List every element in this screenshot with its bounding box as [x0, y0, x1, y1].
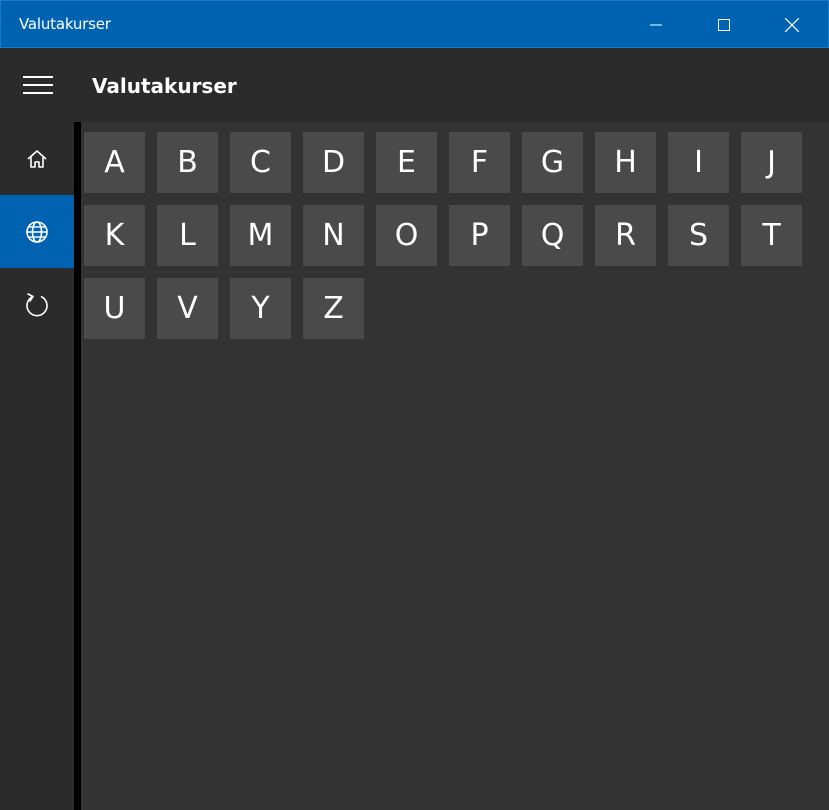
pane-separator [74, 122, 81, 810]
letter-tile-v[interactable]: V [157, 278, 218, 339]
letter-tile-f[interactable]: F [449, 132, 510, 193]
hamburger-menu-button[interactable] [0, 48, 76, 122]
letter-tile-o[interactable]: O [376, 205, 437, 266]
letter-tile-d[interactable]: D [303, 132, 364, 193]
page-title: Valutakurser [92, 74, 237, 98]
letter-tile-n[interactable]: N [303, 205, 364, 266]
nav-item-home[interactable] [0, 122, 74, 195]
nav-item-currencies[interactable] [0, 195, 74, 268]
minimize-button[interactable] [622, 1, 690, 48]
letter-tile-l[interactable]: L [157, 205, 218, 266]
window-title: Valutakurser [19, 15, 111, 33]
close-button[interactable] [758, 1, 826, 48]
hamburger-icon [23, 76, 53, 94]
home-icon [27, 149, 47, 168]
letter-tile-m[interactable]: M [230, 205, 291, 266]
letter-tile-r[interactable]: R [595, 205, 656, 266]
letter-tile-c[interactable]: C [230, 132, 291, 193]
maximize-icon [718, 18, 730, 31]
letter-tile-u[interactable]: U [84, 278, 145, 339]
close-icon [785, 17, 799, 32]
nav-item-refresh[interactable] [0, 268, 74, 341]
letter-tile-b[interactable]: B [157, 132, 218, 193]
letter-tile-p[interactable]: P [449, 205, 510, 266]
app-window: Valutakurser Valutakurser A B C D E F G … [0, 0, 829, 810]
refresh-icon [26, 292, 48, 316]
letter-tile-t[interactable]: T [741, 205, 802, 266]
letter-tile-g[interactable]: G [522, 132, 583, 193]
letter-tile-q[interactable]: Q [522, 205, 583, 266]
app-header: Valutakurser [0, 48, 829, 122]
nav-rail [0, 122, 74, 810]
letter-tile-e[interactable]: E [376, 132, 437, 193]
letter-tile-z[interactable]: Z [303, 278, 364, 339]
maximize-button[interactable] [690, 1, 758, 48]
letter-tile-s[interactable]: S [668, 205, 729, 266]
letter-tile-i[interactable]: I [668, 132, 729, 193]
content-area: ABCDEFGHIJ KLMNOPQRST UVYZ [81, 122, 829, 810]
letter-tile-y[interactable]: Y [230, 278, 291, 339]
letter-tile-a[interactable]: A [84, 132, 145, 193]
letter-tile-h[interactable]: H [595, 132, 656, 193]
title-bar[interactable]: Valutakurser [0, 0, 829, 48]
letter-tile-j[interactable]: J [741, 132, 802, 193]
minimize-icon [650, 24, 662, 25]
globe-icon [26, 220, 48, 243]
letter-tile-k[interactable]: K [84, 205, 145, 266]
